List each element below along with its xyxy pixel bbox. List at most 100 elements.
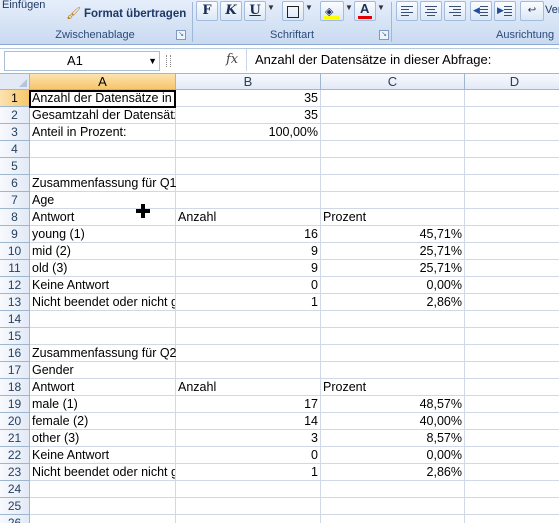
decrease-indent-button[interactable]: ◀ xyxy=(470,1,492,21)
cell-b[interactable] xyxy=(176,328,321,345)
row-header[interactable]: 22 xyxy=(0,447,30,464)
row-header[interactable]: 6 xyxy=(0,175,30,192)
insert-function-button[interactable]: fx xyxy=(226,52,238,67)
borders-button[interactable] xyxy=(282,1,304,21)
cell-a[interactable]: mid (2) xyxy=(30,243,176,260)
cell-a[interactable]: Age xyxy=(30,192,176,209)
cell-b[interactable]: 0 xyxy=(176,277,321,294)
cell-c[interactable]: 0,00% xyxy=(321,447,465,464)
row-header[interactable]: 3 xyxy=(0,124,30,141)
italic-button[interactable]: K xyxy=(220,1,242,21)
cell-b[interactable] xyxy=(176,515,321,523)
cell-b[interactable] xyxy=(176,362,321,379)
cell-d[interactable] xyxy=(465,158,559,175)
cell-d[interactable] xyxy=(465,396,559,413)
cell-c[interactable]: 25,71% xyxy=(321,243,465,260)
cell-a[interactable] xyxy=(30,328,176,345)
cell-b[interactable]: 9 xyxy=(176,260,321,277)
row-header[interactable]: 21 xyxy=(0,430,30,447)
cell-b[interactable] xyxy=(176,175,321,192)
row-header[interactable]: 10 xyxy=(0,243,30,260)
cell-b[interactable]: 1 xyxy=(176,294,321,311)
cell-c[interactable] xyxy=(321,311,465,328)
cell-a[interactable]: Gender xyxy=(30,362,176,379)
cell-c[interactable] xyxy=(321,498,465,515)
cell-c[interactable] xyxy=(321,481,465,498)
row-header[interactable]: 16 xyxy=(0,345,30,362)
cell-c[interactable] xyxy=(321,328,465,345)
cell-d[interactable] xyxy=(465,226,559,243)
row-header[interactable]: 8 xyxy=(0,209,30,226)
cell-a[interactable] xyxy=(30,141,176,158)
cell-a[interactable] xyxy=(30,481,176,498)
row-header[interactable]: 15 xyxy=(0,328,30,345)
row-header[interactable]: 14 xyxy=(0,311,30,328)
cell-c[interactable]: 8,57% xyxy=(321,430,465,447)
row-header[interactable]: 5 xyxy=(0,158,30,175)
paste-button[interactable]: Einfügen xyxy=(2,0,45,11)
underline-dropdown-icon[interactable]: ▼ xyxy=(267,3,275,12)
chevron-down-icon[interactable]: ▼ xyxy=(148,52,157,70)
cell-d[interactable] xyxy=(465,277,559,294)
cell-c[interactable] xyxy=(321,90,465,107)
cell-a[interactable]: other (3) xyxy=(30,430,176,447)
column-header-c[interactable]: C xyxy=(321,74,465,90)
cell-d[interactable] xyxy=(465,328,559,345)
select-all-button[interactable] xyxy=(0,74,30,90)
cell-a[interactable]: old (3) xyxy=(30,260,176,277)
row-header[interactable]: 25 xyxy=(0,498,30,515)
spreadsheet-grid[interactable]: A B C D 1Anzahl der Datensätze in dieser… xyxy=(0,74,559,523)
cell-d[interactable] xyxy=(465,141,559,158)
cell-c[interactable] xyxy=(321,515,465,523)
cell-a[interactable]: Nicht beendet oder nicht gezeigt xyxy=(30,294,176,311)
cell-a[interactable]: Keine Antwort xyxy=(30,447,176,464)
row-header[interactable]: 18 xyxy=(0,379,30,396)
row-header[interactable]: 17 xyxy=(0,362,30,379)
cell-c[interactable]: 45,71% xyxy=(321,226,465,243)
cell-a[interactable]: Gesamtzahl der Datensätze in dieser Umfr… xyxy=(30,107,176,124)
cell-a[interactable]: Nicht beendet oder nicht gezeigt xyxy=(30,464,176,481)
cell-d[interactable] xyxy=(465,107,559,124)
align-center-button[interactable] xyxy=(420,1,442,21)
row-header[interactable]: 9 xyxy=(0,226,30,243)
cell-d[interactable] xyxy=(465,260,559,277)
cell-d[interactable] xyxy=(465,447,559,464)
cell-d[interactable] xyxy=(465,345,559,362)
row-header[interactable]: 13 xyxy=(0,294,30,311)
cell-a[interactable] xyxy=(30,515,176,523)
cell-c[interactable]: Prozent xyxy=(321,379,465,396)
row-header[interactable]: 20 xyxy=(0,413,30,430)
cell-b[interactable] xyxy=(176,481,321,498)
cell-d[interactable] xyxy=(465,90,559,107)
bold-button[interactable]: F xyxy=(196,1,218,21)
cell-b[interactable]: Anzahl xyxy=(176,209,321,226)
cell-c[interactable]: 48,57% xyxy=(321,396,465,413)
cell-b[interactable] xyxy=(176,158,321,175)
cell-b[interactable] xyxy=(176,345,321,362)
cell-b[interactable]: 14 xyxy=(176,413,321,430)
cell-b[interactable]: 100,00% xyxy=(176,124,321,141)
cell-c[interactable]: 2,86% xyxy=(321,464,465,481)
font-color-dropdown-icon[interactable]: ▼ xyxy=(377,3,385,12)
cell-d[interactable] xyxy=(465,124,559,141)
cell-b[interactable] xyxy=(176,311,321,328)
cell-a[interactable] xyxy=(30,158,176,175)
fill-color-button[interactable]: ◈ xyxy=(320,1,344,21)
cell-a[interactable]: young (1) xyxy=(30,226,176,243)
cell-d[interactable] xyxy=(465,481,559,498)
fill-dropdown-icon[interactable]: ▼ xyxy=(345,3,353,12)
cell-c[interactable]: 2,86% xyxy=(321,294,465,311)
cell-b[interactable]: 16 xyxy=(176,226,321,243)
font-color-button[interactable]: A xyxy=(354,1,376,21)
cell-c[interactable] xyxy=(321,345,465,362)
cell-c[interactable] xyxy=(321,141,465,158)
cell-a[interactable]: Anzahl der Datensätze in dieser Abfrage: xyxy=(30,90,176,107)
row-header[interactable]: 4 xyxy=(0,141,30,158)
cell-c[interactable] xyxy=(321,107,465,124)
row-header[interactable]: 7 xyxy=(0,192,30,209)
cell-c[interactable] xyxy=(321,124,465,141)
row-header[interactable]: 19 xyxy=(0,396,30,413)
wrap-text-button[interactable]: ↩ xyxy=(520,1,544,21)
cell-d[interactable] xyxy=(465,498,559,515)
row-header[interactable]: 12 xyxy=(0,277,30,294)
